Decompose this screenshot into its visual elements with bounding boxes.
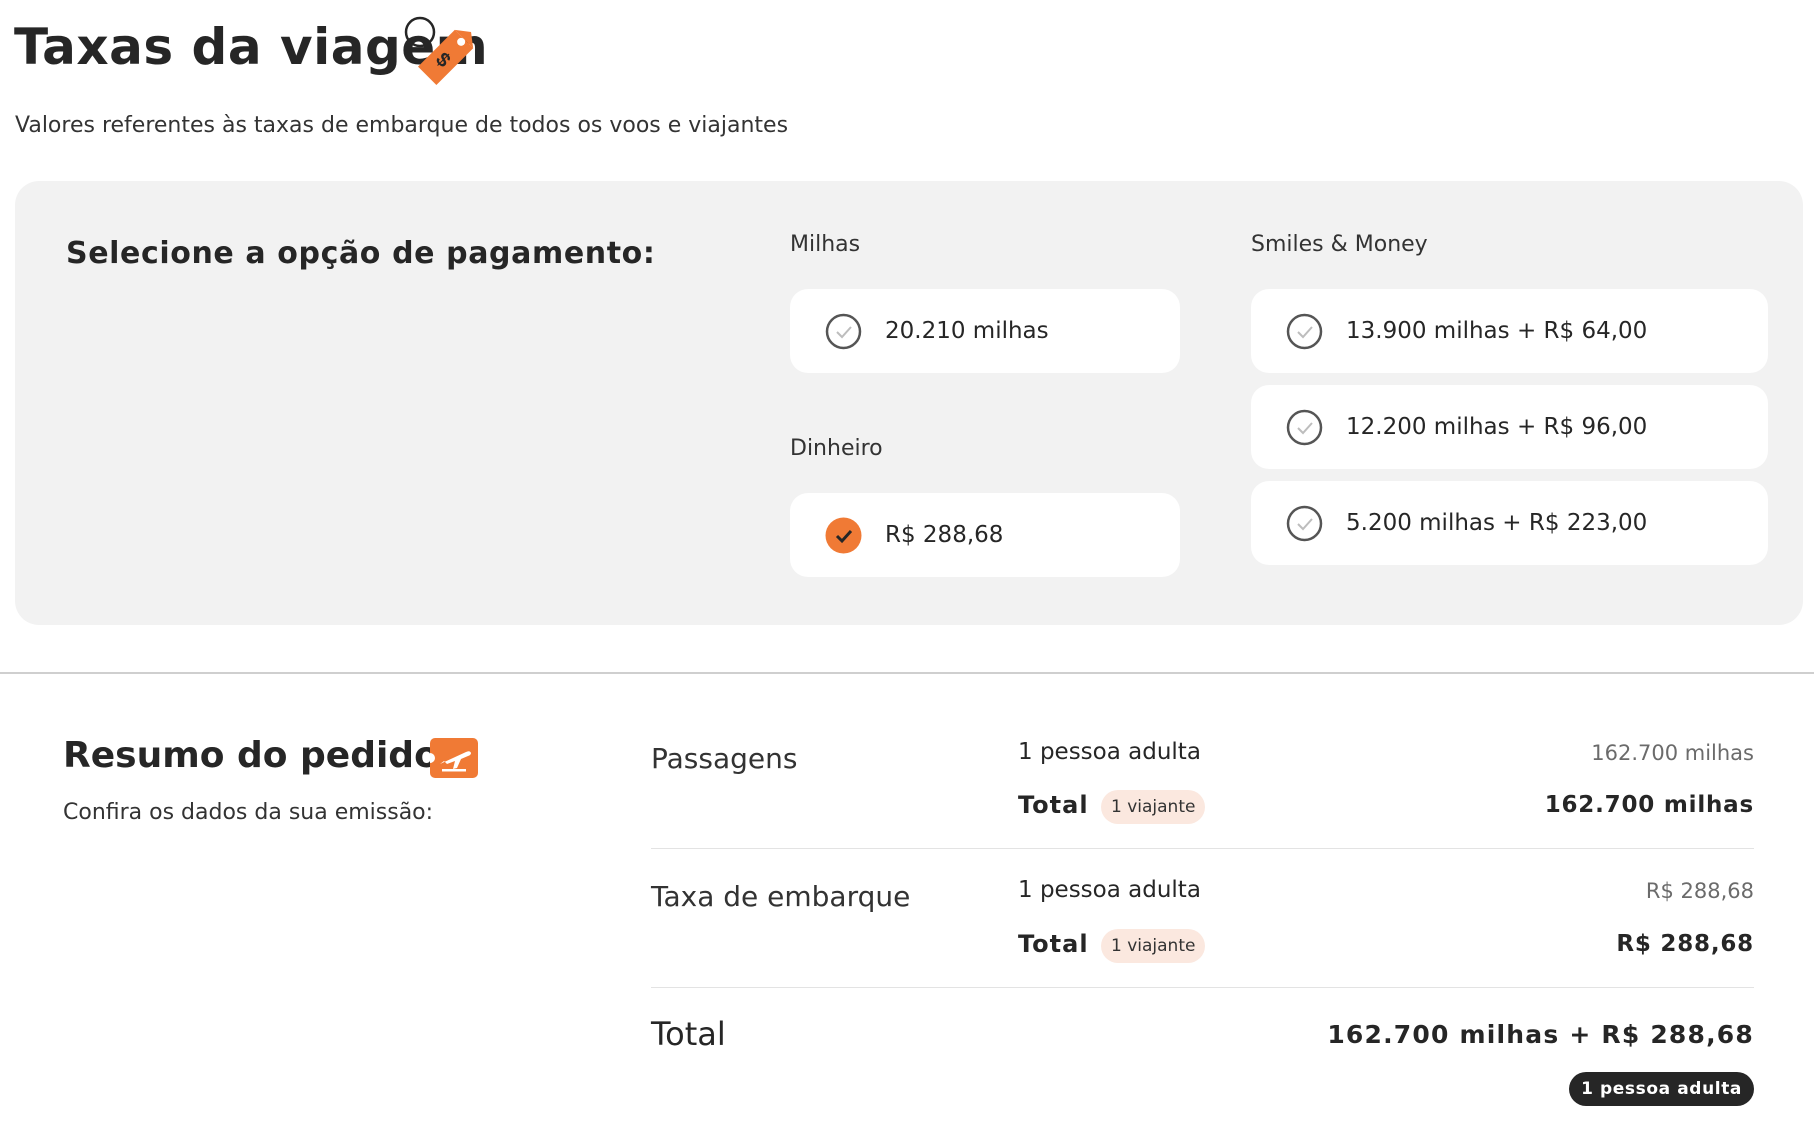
plane-takeoff-icon [430,738,478,778]
option-label: 13.900 milhas + R$ 64,00 [1346,318,1648,344]
grand-total-value: 162.700 milhas + R$ 288,68 [1327,1020,1754,1049]
summary-row-value: 162.700 milhas [1591,741,1754,765]
check-circle-outline-icon [1286,313,1323,349]
group-label-dinheiro: Dinheiro [790,436,883,461]
check-circle-outline-icon [1286,409,1323,445]
summary-row-desc: 1 pessoa adulta [1018,877,1201,903]
price-tag-icon: $ [404,16,474,85]
summary-row-total-value: R$ 288,68 [1616,931,1754,957]
option-smiles-money-2[interactable]: 12.200 milhas + R$ 96,00 [1251,385,1768,469]
traveler-count-badge: 1 viajante [1101,790,1206,824]
group-label-milhas: Milhas [790,232,861,257]
payment-options-panel: Selecione a opção de pagamento: Milhas 2… [15,181,1803,625]
option-label: R$ 288,68 [885,522,1004,548]
option-milhas-20210[interactable]: 20.210 milhas [790,289,1180,373]
option-dinheiro-selected[interactable]: R$ 288,68 [790,493,1180,577]
row-divider [651,848,1754,849]
section-divider [0,672,1814,674]
row-divider [651,987,1754,988]
summary-row-total-value: 162.700 milhas [1544,792,1754,818]
option-label: 12.200 milhas + R$ 96,00 [1346,414,1648,440]
grand-total-label: Total [651,1015,726,1053]
summary-title: Resumo do pedido [63,735,439,776]
check-circle-filled-icon [825,517,862,553]
group-label-smiles-money: Smiles & Money [1251,232,1428,257]
summary-row-desc: 1 pessoa adulta [1018,739,1201,765]
summary-row-total-label: Total [1018,791,1089,819]
summary-subtitle: Confira os dados da sua emissão: [63,800,434,825]
summary-row-label: Taxa de embarque [651,880,911,913]
option-label: 5.200 milhas + R$ 223,00 [1346,510,1648,536]
passenger-count-pill: 1 pessoa adulta [1569,1072,1754,1106]
summary-row-total-label: Total [1018,930,1089,958]
option-smiles-money-1[interactable]: 13.900 milhas + R$ 64,00 [1251,289,1768,373]
traveler-count-badge: 1 viajante [1101,929,1206,963]
summary-row-value: R$ 288,68 [1645,879,1754,903]
check-circle-outline-icon [1286,505,1323,541]
option-smiles-money-3[interactable]: 5.200 milhas + R$ 223,00 [1251,481,1768,565]
check-circle-outline-icon [825,313,862,349]
option-label: 20.210 milhas [885,318,1049,344]
summary-row-label: Passagens [651,742,798,775]
payment-heading: Selecione a opção de pagamento: [66,236,656,271]
page-subtitle: Valores referentes às taxas de embarque … [15,113,789,138]
